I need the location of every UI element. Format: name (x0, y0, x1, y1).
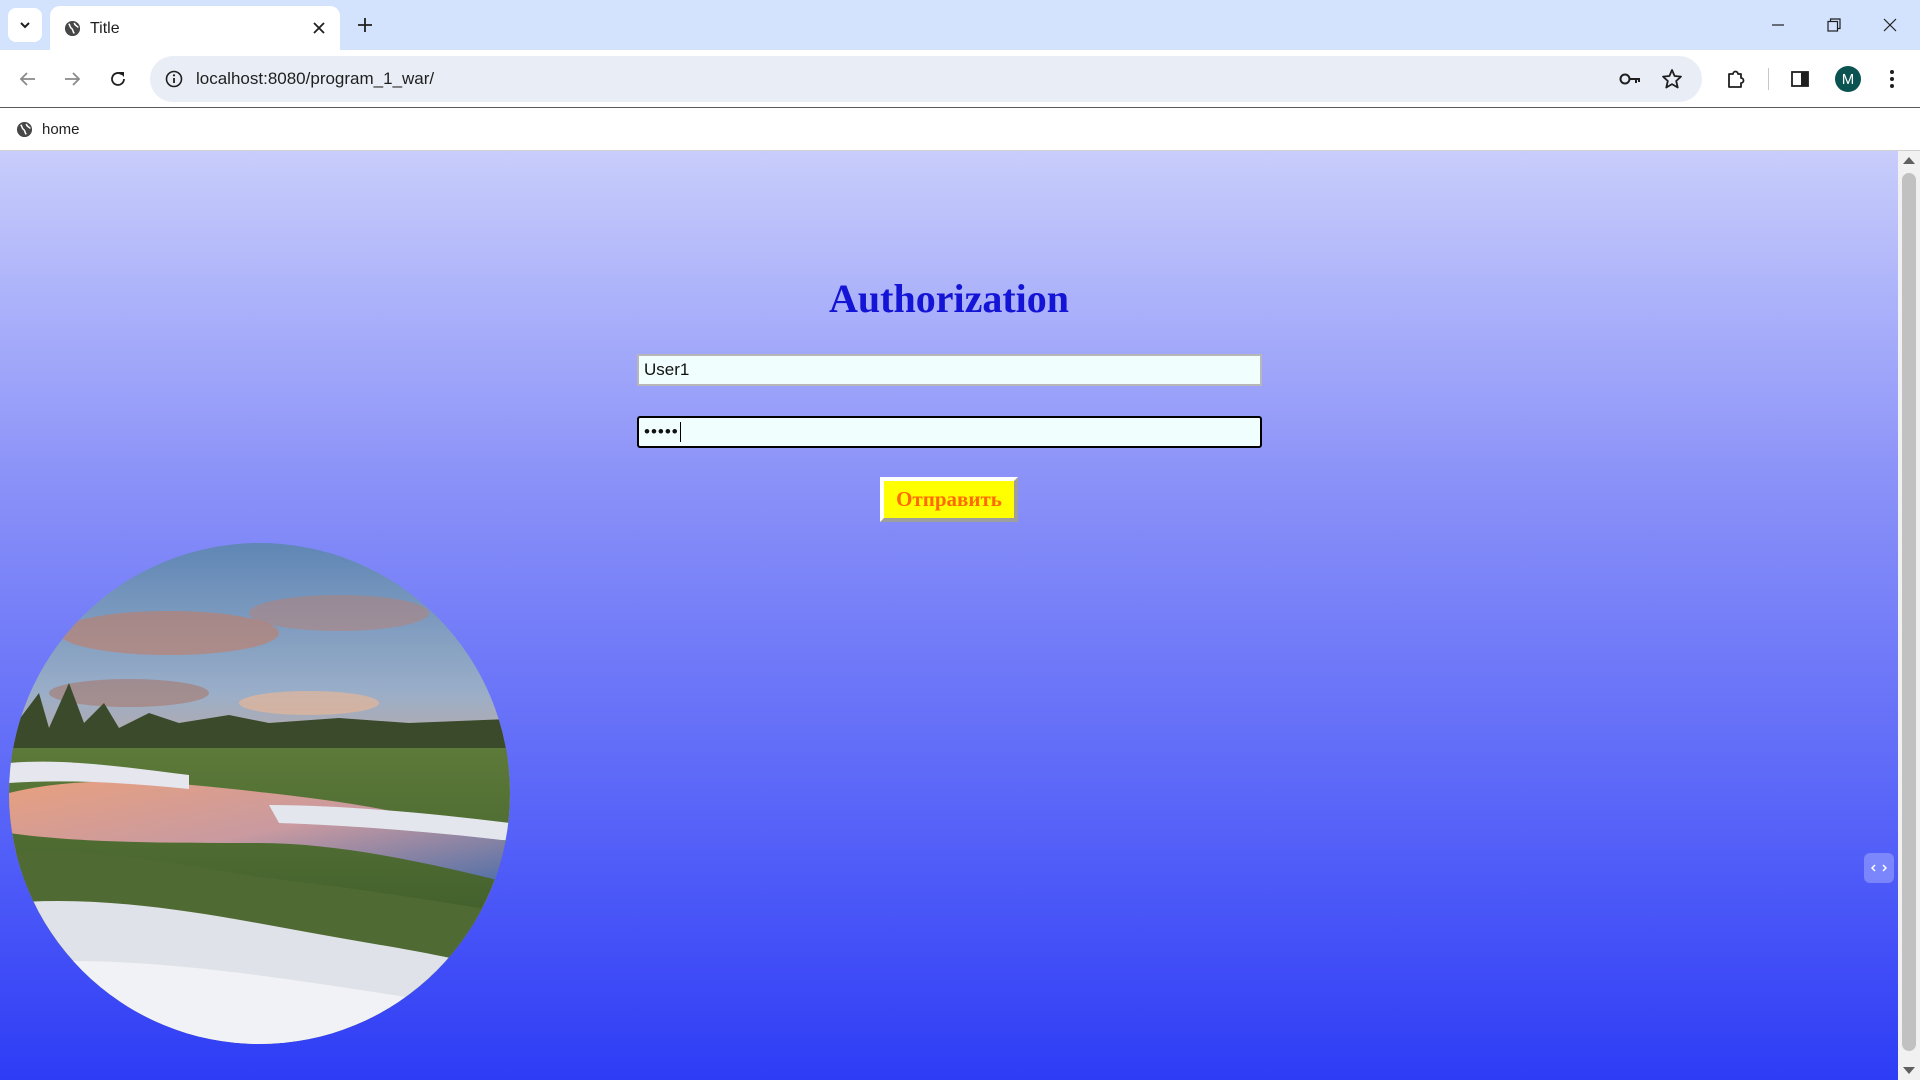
restore-button[interactable] (1806, 0, 1862, 50)
back-button[interactable] (10, 61, 46, 97)
star-icon (1662, 69, 1682, 89)
scroll-down-arrow[interactable] (1903, 1067, 1915, 1074)
bookmark-label: home (42, 120, 80, 138)
side-panel-button[interactable] (1782, 61, 1818, 97)
browser-tab[interactable]: Title (50, 6, 340, 50)
tab-strip: Title (0, 0, 1920, 50)
password-value: ••••• (644, 422, 679, 441)
restore-icon (1827, 18, 1841, 32)
sidebar-icon (1791, 71, 1809, 87)
close-icon (313, 22, 325, 34)
tab-title: Title (90, 20, 120, 37)
forward-button[interactable] (54, 61, 90, 97)
close-icon (1883, 18, 1897, 32)
username-input[interactable]: User1 (637, 354, 1262, 386)
avatar: M (1835, 66, 1861, 92)
scroll-thumb[interactable] (1902, 173, 1916, 1051)
browser-toolbar: localhost:8080/program_1_war/ M (0, 50, 1920, 108)
submit-button[interactable]: Отправить (880, 477, 1018, 522)
bookmark-home[interactable]: home (10, 116, 86, 142)
profile-button[interactable]: M (1830, 61, 1866, 97)
page-title: Authorization (829, 276, 1069, 321)
page-scrollbar[interactable] (1898, 151, 1920, 1080)
site-info-button[interactable] (158, 63, 190, 95)
scroll-up-arrow[interactable] (1903, 157, 1915, 164)
window-close-button[interactable] (1862, 0, 1918, 50)
url-text: localhost:8080/program_1_war/ (196, 69, 435, 88)
text-caret (679, 422, 681, 442)
new-tab-button[interactable] (348, 8, 382, 42)
dev-tools-widget[interactable] (1864, 853, 1894, 883)
tab-search-icon (20, 22, 30, 29)
tab-close-button[interactable] (308, 17, 330, 39)
puzzle-icon (1728, 70, 1745, 88)
minimize-icon (1772, 24, 1784, 26)
password-input[interactable]: ••••• (637, 416, 1262, 448)
globe-icon (16, 121, 33, 137)
reload-icon (111, 72, 125, 86)
forward-arrow-icon (65, 72, 81, 86)
reload-button[interactable] (100, 61, 136, 97)
password-key-button[interactable] (1618, 67, 1642, 91)
key-icon (1619, 73, 1640, 85)
bookmark-star-button[interactable] (1660, 67, 1684, 91)
plus-icon (358, 18, 372, 32)
tab-search-button[interactable] (8, 8, 42, 42)
kebab-menu-icon (1890, 70, 1894, 88)
info-icon (165, 70, 183, 88)
toolbar-separator (1768, 68, 1769, 90)
browser-menu-button[interactable] (1874, 61, 1910, 97)
minimize-button[interactable] (1750, 0, 1806, 50)
username-value: User1 (644, 360, 690, 379)
landscape-photo (9, 543, 510, 1044)
back-arrow-icon (19, 72, 35, 86)
page-viewport: Authorization User1 ••••• Отправить (0, 151, 1898, 1080)
globe-icon (64, 20, 81, 37)
address-bar[interactable]: localhost:8080/program_1_war/ (150, 56, 1702, 102)
extensions-button[interactable] (1718, 61, 1754, 97)
bookmarks-bar: home (0, 108, 1920, 151)
code-icon (1871, 864, 1887, 872)
